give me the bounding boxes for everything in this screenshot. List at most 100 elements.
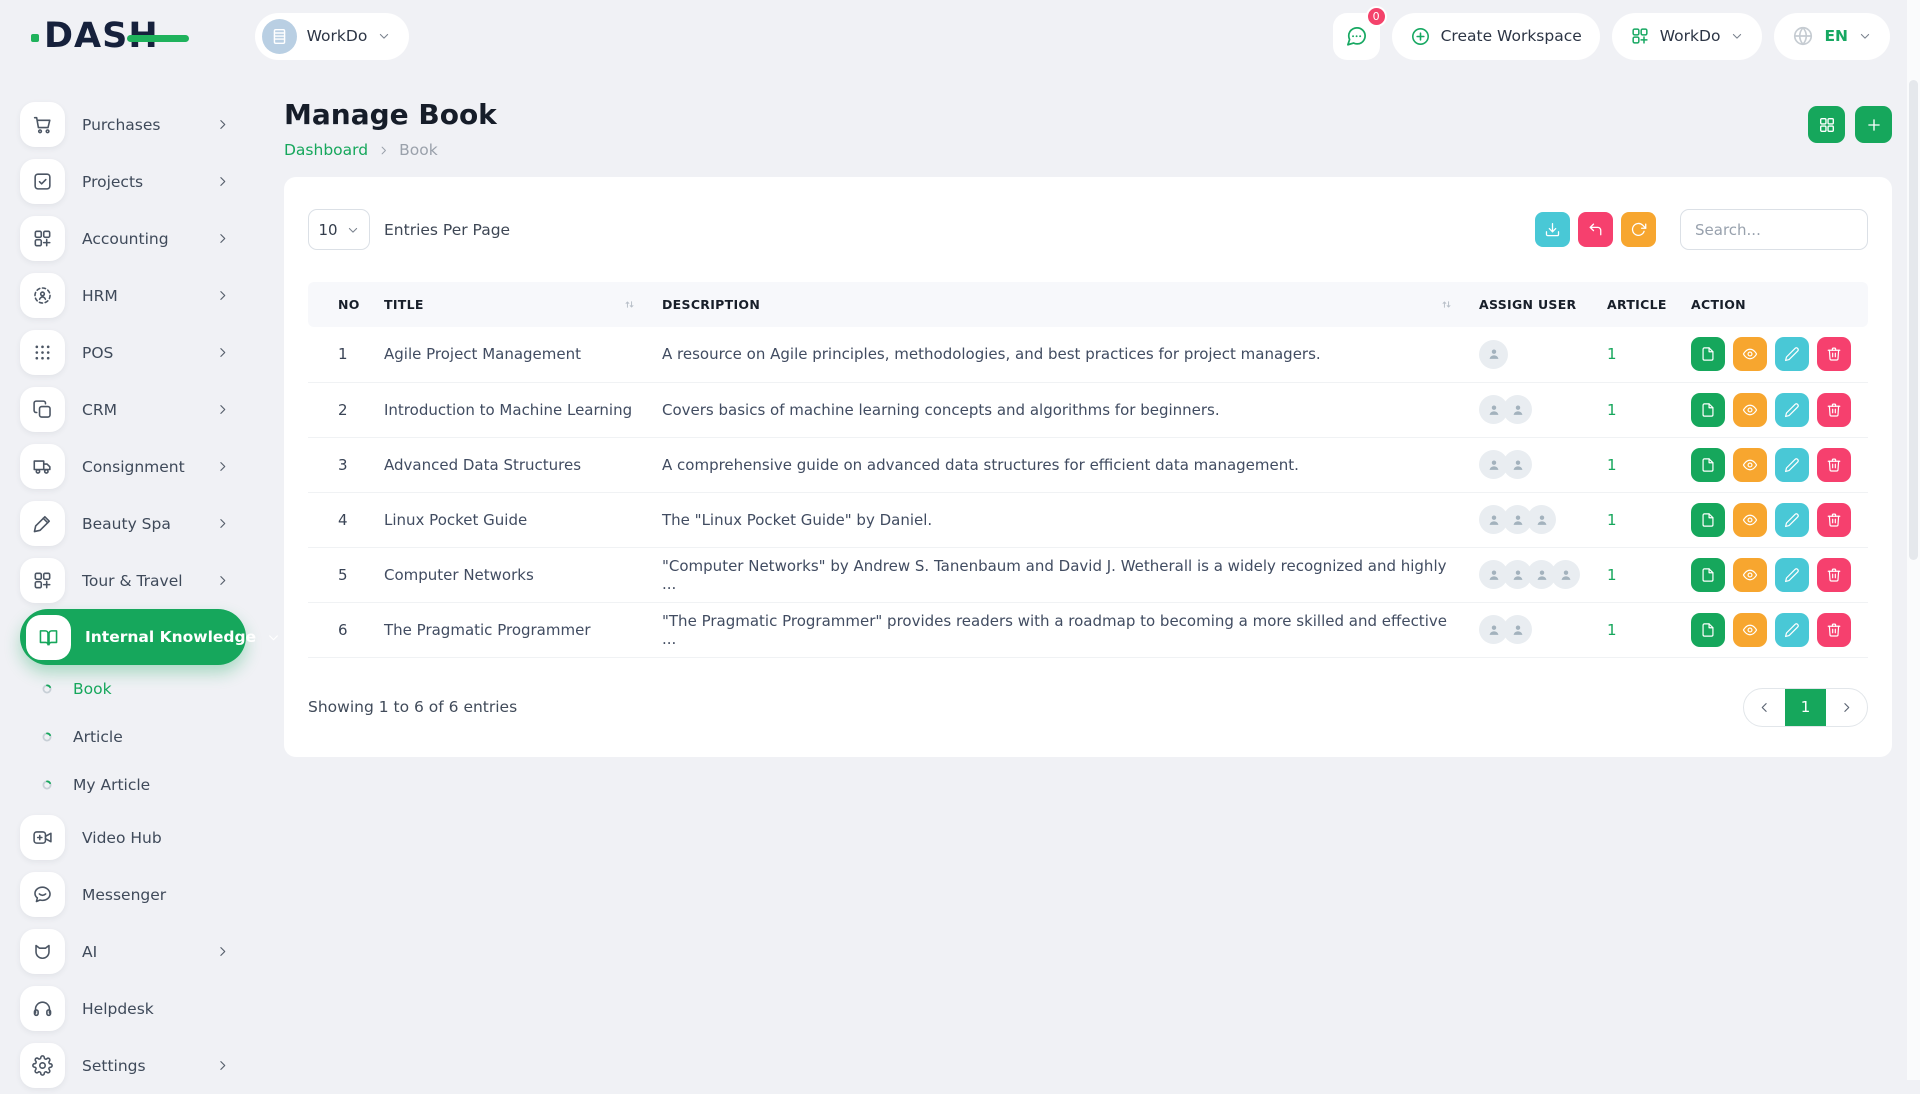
- sidebar-item-article[interactable]: Article: [20, 713, 246, 761]
- delete-button[interactable]: [1817, 448, 1851, 482]
- truck-icon: [20, 444, 65, 489]
- edit-button[interactable]: [1775, 393, 1809, 427]
- headset-icon: [20, 986, 65, 1031]
- brand-logo[interactable]: DASH: [44, 16, 159, 56]
- article-count-link[interactable]: 1: [1607, 566, 1617, 584]
- sidebar-item-purchases[interactable]: Purchases: [20, 96, 246, 153]
- articles-button[interactable]: [1691, 558, 1725, 592]
- sidebar-item-pos[interactable]: POS: [20, 324, 246, 381]
- sidebar-item-accounting[interactable]: Accounting: [20, 210, 246, 267]
- article-count-link[interactable]: 1: [1607, 456, 1617, 474]
- sidebar-item-crm[interactable]: CRM: [20, 381, 246, 438]
- assigned-users: [1479, 340, 1591, 369]
- language-selector[interactable]: EN: [1774, 13, 1890, 60]
- breadcrumb-dashboard-link[interactable]: Dashboard: [284, 141, 368, 159]
- pagination-page-1[interactable]: 1: [1785, 689, 1826, 726]
- article-count-link[interactable]: 1: [1607, 401, 1617, 419]
- view-button[interactable]: [1733, 337, 1767, 371]
- pencil-icon: [1784, 512, 1800, 528]
- view-button[interactable]: [1733, 393, 1767, 427]
- article-count-link[interactable]: 1: [1607, 511, 1617, 529]
- top-header: DASH WorkDo 0 Create Workspace WorkDo EN: [0, 0, 1920, 72]
- delete-button[interactable]: [1817, 613, 1851, 647]
- edit-button[interactable]: [1775, 613, 1809, 647]
- scrollbar[interactable]: [1907, 0, 1920, 1080]
- articles-button[interactable]: [1691, 448, 1725, 482]
- grid-plus-icon: [1630, 26, 1650, 46]
- main-content: Manage Book Dashboard Book 10 Entries Pe…: [252, 72, 1920, 1080]
- search-input[interactable]: [1680, 209, 1868, 250]
- column-header-description[interactable]: DESCRIPTION: [654, 282, 1471, 327]
- export-button[interactable]: [1535, 212, 1570, 247]
- edit-button[interactable]: [1775, 448, 1809, 482]
- language-label: EN: [1824, 27, 1848, 45]
- delete-button[interactable]: [1817, 558, 1851, 592]
- edit-button[interactable]: [1775, 558, 1809, 592]
- sidebar-item-ai[interactable]: AI: [20, 923, 246, 980]
- sidebar-item-messenger[interactable]: Messenger: [20, 866, 246, 923]
- sidebar-item-projects[interactable]: Projects: [20, 153, 246, 210]
- edit-button[interactable]: [1775, 503, 1809, 537]
- sidebar-item-consignment[interactable]: Consignment: [20, 438, 246, 495]
- sidebar-item-my-article[interactable]: My Article: [20, 761, 246, 809]
- messages-button[interactable]: 0: [1333, 13, 1380, 60]
- sidebar-item-internal-knowledge[interactable]: Internal Knowledge: [20, 609, 246, 665]
- table-row: 5Computer Networks"Computer Networks" by…: [308, 547, 1868, 602]
- pagination-next-button[interactable]: [1826, 689, 1867, 726]
- reset-button[interactable]: [1578, 212, 1613, 247]
- app-switcher[interactable]: WorkDo: [1612, 13, 1763, 60]
- user-avatar: [1503, 450, 1532, 479]
- sidebar-item-beauty-spa[interactable]: Beauty Spa: [20, 495, 246, 552]
- view-button[interactable]: [1733, 503, 1767, 537]
- sidebar-item-helpdesk[interactable]: Helpdesk: [20, 980, 246, 1037]
- breadcrumb-current: Book: [399, 141, 438, 159]
- delete-button[interactable]: [1817, 393, 1851, 427]
- gear-icon: [20, 1043, 65, 1088]
- workspace-name: WorkDo: [307, 27, 368, 45]
- scrollbar-thumb[interactable]: [1909, 80, 1918, 560]
- grid-view-button[interactable]: [1808, 106, 1845, 143]
- eye-icon: [1742, 457, 1758, 473]
- eye-icon: [1742, 346, 1758, 362]
- entries-per-page-select[interactable]: 10: [308, 209, 370, 250]
- file-icon: [1700, 567, 1716, 583]
- view-button[interactable]: [1733, 558, 1767, 592]
- sidebar-item-settings[interactable]: Settings: [20, 1037, 246, 1094]
- column-header-title[interactable]: TITLE: [376, 282, 654, 327]
- delete-button[interactable]: [1817, 503, 1851, 537]
- edit-button[interactable]: [1775, 337, 1809, 371]
- chevron-right-icon: [215, 516, 230, 531]
- row-number: 5: [308, 547, 376, 602]
- assigned-users: [1479, 450, 1591, 479]
- workspace-selector[interactable]: WorkDo: [255, 13, 410, 60]
- chevron-right-icon: [215, 288, 230, 303]
- sidebar-item-book[interactable]: Book: [20, 665, 246, 713]
- table-row: 6The Pragmatic Programmer"The Pragmatic …: [308, 602, 1868, 657]
- articles-button[interactable]: [1691, 613, 1725, 647]
- sort-icon: [623, 298, 646, 311]
- sidebar-item-hrm[interactable]: HRM: [20, 267, 246, 324]
- articles-button[interactable]: [1691, 393, 1725, 427]
- add-book-button[interactable]: [1855, 106, 1892, 143]
- articles-button[interactable]: [1691, 503, 1725, 537]
- book-title: Agile Project Management: [376, 327, 654, 382]
- app-switcher-label: WorkDo: [1660, 27, 1721, 45]
- delete-button[interactable]: [1817, 337, 1851, 371]
- article-count-link[interactable]: 1: [1607, 621, 1617, 639]
- sidebar-item-video-hub[interactable]: Video Hub: [20, 809, 246, 866]
- sidebar-item-label: My Article: [73, 776, 150, 794]
- view-button[interactable]: [1733, 613, 1767, 647]
- create-workspace-button[interactable]: Create Workspace: [1392, 13, 1600, 60]
- assigned-users: [1479, 615, 1591, 644]
- user-avatar: [1503, 615, 1532, 644]
- ai-icon: [20, 929, 65, 974]
- sidebar-item-tour-travel[interactable]: Tour & Travel: [20, 552, 246, 609]
- view-button[interactable]: [1733, 448, 1767, 482]
- pencil-icon: [1784, 567, 1800, 583]
- chevron-right-icon: [1839, 700, 1854, 715]
- column-header-assign-user: ASSIGN USER: [1471, 282, 1599, 327]
- articles-button[interactable]: [1691, 337, 1725, 371]
- article-count-link[interactable]: 1: [1607, 345, 1617, 363]
- pagination-prev-button[interactable]: [1744, 689, 1785, 726]
- reload-button[interactable]: [1621, 212, 1656, 247]
